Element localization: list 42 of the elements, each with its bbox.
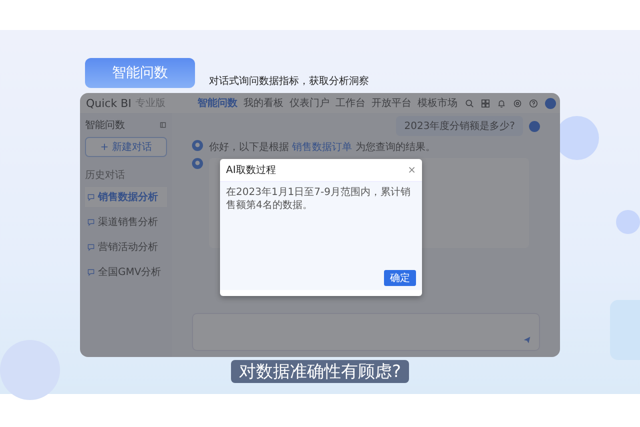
section-title: 智能问数 — [85, 58, 195, 88]
caption: 对话式询问数据指标，获取分析洞察 — [209, 74, 369, 88]
bot-message: 你好，以下是根据 销售数据订单 为您查询的结果。 — [209, 140, 436, 154]
history-item[interactable]: 营销活动分析 — [85, 237, 167, 257]
user-message: 2023年度分销额是多少? — [396, 116, 523, 136]
collapse-icon[interactable] — [159, 121, 167, 129]
send-icon[interactable] — [523, 336, 531, 344]
avatar[interactable] — [545, 98, 556, 108]
user-avatar — [529, 120, 540, 132]
section-heading: 历史对话 — [85, 168, 126, 182]
grid-icon[interactable] — [481, 98, 490, 108]
ok-button[interactable]: 确定 — [384, 270, 416, 286]
settings-icon[interactable] — [513, 98, 522, 108]
chat-icon — [87, 268, 95, 276]
dataset-link[interactable]: 销售数据订单 — [292, 142, 352, 153]
bot-avatar-icon — [192, 158, 203, 169]
bot-avatar-icon — [192, 140, 203, 151]
nav-tab[interactable]: 智能问数 — [197, 96, 238, 110]
nav-tab[interactable]: 我的看板 — [243, 96, 284, 110]
subtitle: 对数据准确性有顾虑? — [230, 360, 410, 383]
dialog-text: 在2023年1月1日至7-9月范围内，累计销售额第4名的数据。 — [226, 186, 412, 212]
close-button[interactable]: × — [408, 164, 416, 176]
history-item[interactable]: 全国GMV分析 — [85, 262, 167, 282]
input-field[interactable] — [192, 313, 540, 351]
history-item[interactable]: 销售数据分析 — [85, 187, 167, 207]
history-item[interactable]: 渠道销售分析 — [85, 212, 167, 232]
decor-circle — [616, 210, 640, 234]
search-icon[interactable] — [465, 98, 474, 108]
chat-icon — [87, 243, 95, 251]
chat-icon — [87, 193, 95, 201]
nav-tab[interactable]: 仪表门户 — [289, 96, 330, 110]
nav-tab[interactable]: 模板市场 — [417, 96, 458, 110]
logo: Quick BI — [86, 96, 132, 110]
decor-circle — [0, 340, 60, 400]
help-icon[interactable] — [529, 98, 538, 108]
nav-tab[interactable]: 开放平台 — [371, 96, 412, 110]
sidebar-title: 智能问数 — [85, 118, 125, 132]
bell-icon[interactable] — [497, 98, 506, 108]
new-chat-button[interactable]: + 新建对话 — [85, 137, 167, 157]
nav-tab[interactable]: 工作台 — [335, 96, 366, 110]
dialog-title: AI取数过程 — [226, 164, 276, 177]
chat-icon — [87, 218, 95, 226]
